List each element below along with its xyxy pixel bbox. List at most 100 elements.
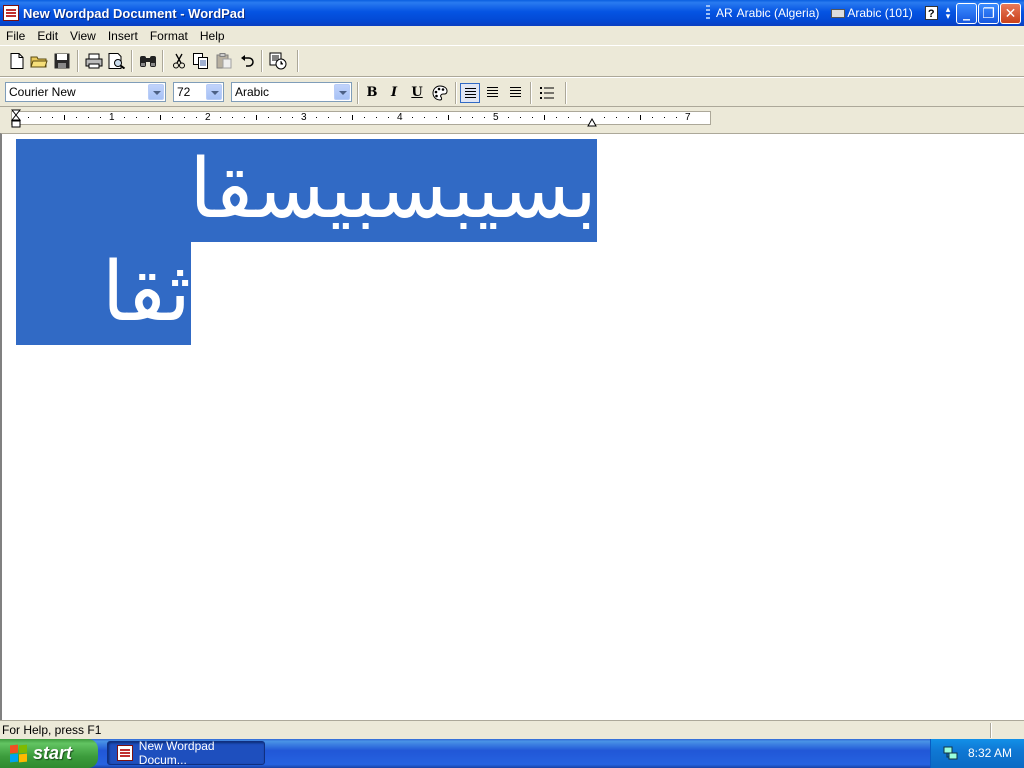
wordpad-app-icon[interactable] xyxy=(3,5,19,21)
ruler-tick xyxy=(364,117,365,118)
toolbar-separator xyxy=(297,50,299,72)
ruler-tick xyxy=(232,117,233,118)
underline-button[interactable]: U xyxy=(407,83,427,103)
toolbar-separator xyxy=(530,82,532,104)
ruler-tick xyxy=(160,115,161,120)
ruler-tick xyxy=(328,117,329,118)
ruler-tick xyxy=(652,117,653,118)
selected-text-line[interactable]: بسيبسبيسقا xyxy=(16,139,597,242)
keyboard-layout-name: Arabic (101) xyxy=(847,6,913,20)
ruler-tick xyxy=(124,117,125,118)
ruler-tick xyxy=(28,117,29,118)
bullets-button[interactable] xyxy=(537,83,557,103)
align-center-button[interactable] xyxy=(483,83,503,103)
toolbar-separator xyxy=(77,50,79,72)
find-icon[interactable] xyxy=(138,51,158,71)
language-bar-options-icon[interactable]: ▴ ▾ xyxy=(946,5,951,21)
title-bar[interactable]: New Wordpad Document - WordPad AR Arabic… xyxy=(0,0,1024,26)
language-bar-help-icon[interactable]: ? xyxy=(924,6,938,20)
toolbar-separator xyxy=(162,50,164,72)
menu-help[interactable]: Help xyxy=(194,29,231,43)
font-size-dropdown[interactable]: 72 xyxy=(173,82,224,102)
ruler-tick xyxy=(436,117,437,118)
taskbar-button-label: New Wordpad Docum... xyxy=(138,739,215,767)
align-left-icon xyxy=(465,88,476,99)
ruler-tick xyxy=(244,117,245,118)
ruler-tick xyxy=(676,117,677,118)
new-document-icon[interactable] xyxy=(7,51,27,71)
print-preview-icon[interactable] xyxy=(107,51,127,71)
align-left-button[interactable] xyxy=(460,83,480,103)
font-name-dropdown[interactable]: Courier New xyxy=(5,82,166,102)
ruler-tick xyxy=(388,117,389,118)
cut-icon[interactable] xyxy=(169,51,189,71)
ruler-tick xyxy=(628,117,629,118)
network-icon[interactable] xyxy=(943,745,959,761)
align-right-button[interactable] xyxy=(506,83,526,103)
menu-bar: File Edit View Insert Format Help xyxy=(0,26,1024,45)
ruler-tick xyxy=(460,117,461,118)
undo-icon[interactable] xyxy=(237,51,257,71)
language-bar-grip[interactable] xyxy=(706,5,710,21)
ruler-number: 4 xyxy=(397,112,403,123)
italic-button[interactable]: I xyxy=(384,83,404,103)
ruler-number: 5 xyxy=(493,112,499,123)
ruler-tick xyxy=(424,117,425,118)
copy-icon[interactable] xyxy=(191,51,211,71)
language-name: Arabic (Algeria) xyxy=(736,6,820,20)
menu-file[interactable]: File xyxy=(0,29,31,43)
chevron-down-icon[interactable] xyxy=(148,84,164,100)
language-bar[interactable]: AR Arabic (Algeria) Arabic (101) ? ▴ ▾ xyxy=(706,3,960,23)
ruler-tick xyxy=(616,117,617,118)
ruler-marks: 1 2 3 4 5 7 xyxy=(12,112,712,124)
print-icon[interactable] xyxy=(84,51,104,71)
bold-button[interactable]: B xyxy=(362,83,382,103)
ruler[interactable]: 1 2 3 4 5 7 xyxy=(0,108,1024,132)
ruler-tick xyxy=(220,117,221,118)
chevron-down-icon[interactable] xyxy=(206,84,222,100)
ruler-tick xyxy=(52,117,53,118)
ruler-tick xyxy=(556,117,557,118)
ruler-tick xyxy=(196,117,197,118)
menu-edit[interactable]: Edit xyxy=(31,29,64,43)
menu-format[interactable]: Format xyxy=(144,29,194,43)
keyboard-layout-selector[interactable]: Arabic (101) xyxy=(831,6,913,20)
paste-icon[interactable] xyxy=(214,51,234,71)
ruler-tick xyxy=(184,117,185,118)
toolbar-separator xyxy=(261,50,263,72)
insert-datetime-icon[interactable] xyxy=(268,51,288,71)
save-icon[interactable] xyxy=(52,51,72,71)
ruler-tick xyxy=(412,117,413,118)
ruler-tick xyxy=(88,117,89,118)
ruler-tick xyxy=(292,117,293,118)
standard-toolbar xyxy=(0,45,1024,77)
minimize-button[interactable]: _ xyxy=(956,3,977,24)
clock[interactable]: 8:32 AM xyxy=(968,746,1012,760)
chevron-down-icon[interactable] xyxy=(334,84,350,100)
color-palette-icon[interactable] xyxy=(430,83,450,103)
taskbar-button-wordpad[interactable]: New Wordpad Docum... xyxy=(107,739,265,767)
document-area[interactable]: بسيبسبيسقا ثقا xyxy=(0,133,1024,720)
menu-view[interactable]: View xyxy=(64,29,102,43)
input-language-selector[interactable]: AR Arabic (Algeria) xyxy=(716,6,819,20)
open-folder-icon[interactable] xyxy=(29,51,49,71)
toolbar-separator xyxy=(357,82,359,104)
ruler-tick xyxy=(40,117,41,118)
ruler-number: 3 xyxy=(301,112,307,123)
ruler-tick xyxy=(532,117,533,118)
format-bar: Courier New 72 Arabic B I U xyxy=(0,77,1024,107)
ruler-tick xyxy=(316,117,317,118)
ruler-tick xyxy=(148,117,149,118)
ruler-tick xyxy=(280,117,281,118)
selected-text-line[interactable]: ثقا xyxy=(16,242,191,345)
restore-button[interactable]: ❐ xyxy=(978,3,999,24)
script-dropdown[interactable]: Arabic xyxy=(231,82,352,102)
taskbar: start New Wordpad Docum... 8:32 AM xyxy=(0,739,1024,768)
start-button[interactable]: start xyxy=(0,739,98,768)
ruler-tick xyxy=(580,117,581,118)
close-button[interactable]: ✕ xyxy=(1000,3,1021,24)
ruler-tick xyxy=(76,117,77,118)
wordpad-task-icon xyxy=(117,745,133,761)
start-label: start xyxy=(33,743,73,763)
menu-insert[interactable]: Insert xyxy=(102,29,144,43)
